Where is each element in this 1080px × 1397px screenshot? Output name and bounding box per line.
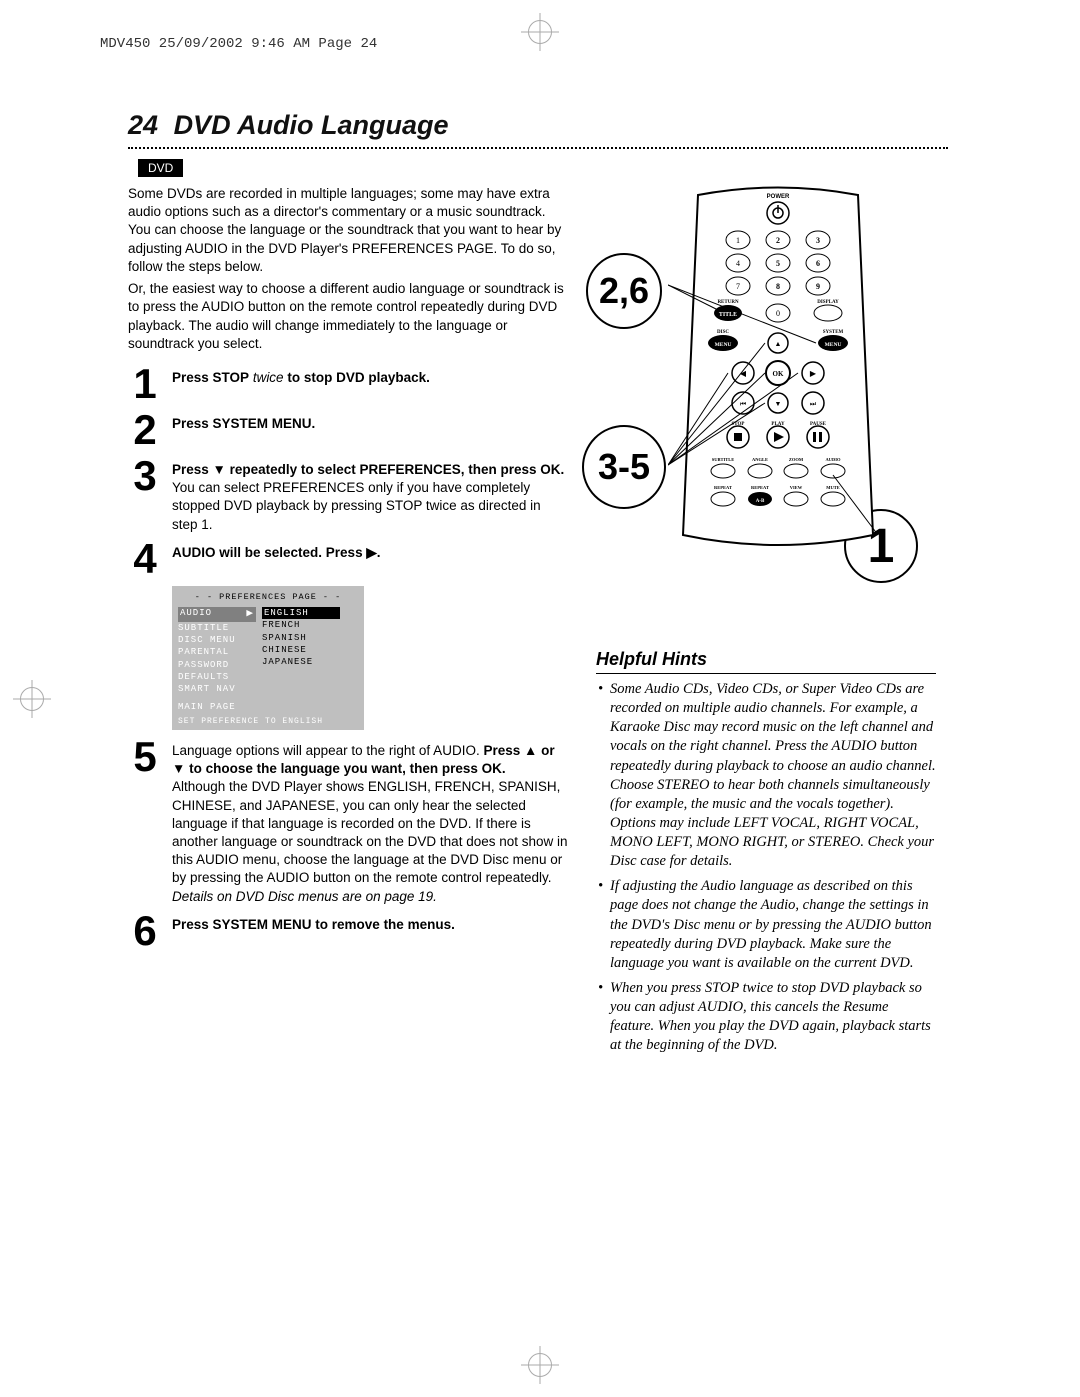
- helpful-hints: Helpful Hints Some Audio CDs, Video CDs,…: [596, 649, 936, 1055]
- hints-title: Helpful Hints: [596, 649, 936, 674]
- step-1: 1 Press STOP twice to stop DVD playback.: [128, 363, 568, 405]
- repeat2-label: REPEAT: [751, 485, 769, 490]
- display-label: DISPLAY: [817, 300, 839, 305]
- svg-text:7: 7: [736, 282, 740, 291]
- view-label: VIEW: [790, 485, 803, 490]
- svg-text:⏭: ⏭: [810, 400, 817, 408]
- hint-item: If adjusting the Audio language as descr…: [596, 877, 936, 973]
- zoom-label: ZOOM: [789, 457, 804, 462]
- svg-text:▶: ▶: [810, 369, 817, 378]
- angle-label: ANGLE: [752, 457, 768, 462]
- manual-page: 24 DVD Audio Language DVD Some DVDs are …: [128, 110, 948, 1061]
- ok-label: OK: [773, 370, 784, 378]
- step-2: 2 Press SYSTEM MENU.: [128, 409, 568, 451]
- svg-text:1: 1: [736, 236, 740, 245]
- step-4: 4 AUDIO will be selected. Press ▶.: [128, 538, 568, 580]
- mute-label: MUTE: [826, 485, 840, 490]
- svg-text:9: 9: [816, 282, 820, 291]
- callout-steps-2-6: 2,6: [586, 253, 662, 329]
- remote-svg: POWER 1 2 3 4 5 6 7 8 9 RETU: [668, 185, 888, 555]
- svg-text:3: 3: [816, 236, 820, 245]
- step-3: 3 Press ▼ repeatedly to select PREFERENC…: [128, 455, 568, 534]
- hint-item: When you press STOP twice to stop DVD pl…: [596, 979, 936, 1056]
- callout-steps-3-5: 3-5: [582, 425, 666, 509]
- svg-text:0: 0: [776, 309, 780, 318]
- svg-text:2: 2: [776, 236, 780, 245]
- audio-label: AUDIO: [825, 457, 841, 462]
- step-6: 6 Press SYSTEM MENU to remove the menus.: [128, 910, 568, 952]
- page-number: 24: [128, 110, 158, 140]
- section-tag: DVD: [138, 159, 183, 177]
- menu1-label: MENU: [715, 342, 732, 348]
- svg-text:⏮: ⏮: [740, 400, 746, 408]
- intro-paragraph-2: Or, the easiest way to choose a differen…: [128, 280, 568, 353]
- system-label: SYSTEM: [823, 330, 844, 335]
- return-label: RETURN: [717, 300, 739, 305]
- remote-illustration: 2,6 3-5 1 POWER 1 2 3: [596, 185, 936, 585]
- subtitle-label: SUBTITLE: [712, 457, 735, 462]
- page-title-row: 24 DVD Audio Language: [128, 110, 948, 141]
- main-content: Some DVDs are recorded in multiple langu…: [128, 185, 568, 956]
- page-title: DVD Audio Language: [174, 110, 449, 140]
- intro-paragraph-1: Some DVDs are recorded in multiple langu…: [128, 185, 568, 276]
- step-5: 5 Language options will appear to the ri…: [128, 736, 568, 906]
- svg-text:▲: ▲: [775, 340, 782, 348]
- hint-item: Some Audio CDs, Video CDs, or Super Vide…: [596, 680, 936, 871]
- menu2-label: MENU: [825, 342, 842, 348]
- svg-text:8: 8: [776, 282, 780, 291]
- print-header: MDV450 25/09/2002 9:46 AM Page 24: [100, 36, 377, 52]
- power-label: POWER: [767, 194, 790, 200]
- svg-text:4: 4: [736, 259, 740, 268]
- svg-text:5: 5: [776, 259, 780, 268]
- preferences-osd: - - PREFERENCES PAGE - - AUDIO▶ SUBTITLE…: [172, 586, 364, 730]
- repeat-label: REPEAT: [714, 485, 732, 490]
- svg-text:▼: ▼: [775, 400, 782, 408]
- title-label: TITLE: [719, 312, 737, 318]
- svg-text:6: 6: [816, 259, 820, 268]
- ab-label: A-B: [756, 499, 765, 504]
- title-separator: [128, 147, 948, 149]
- disc-label: DISC: [717, 330, 729, 335]
